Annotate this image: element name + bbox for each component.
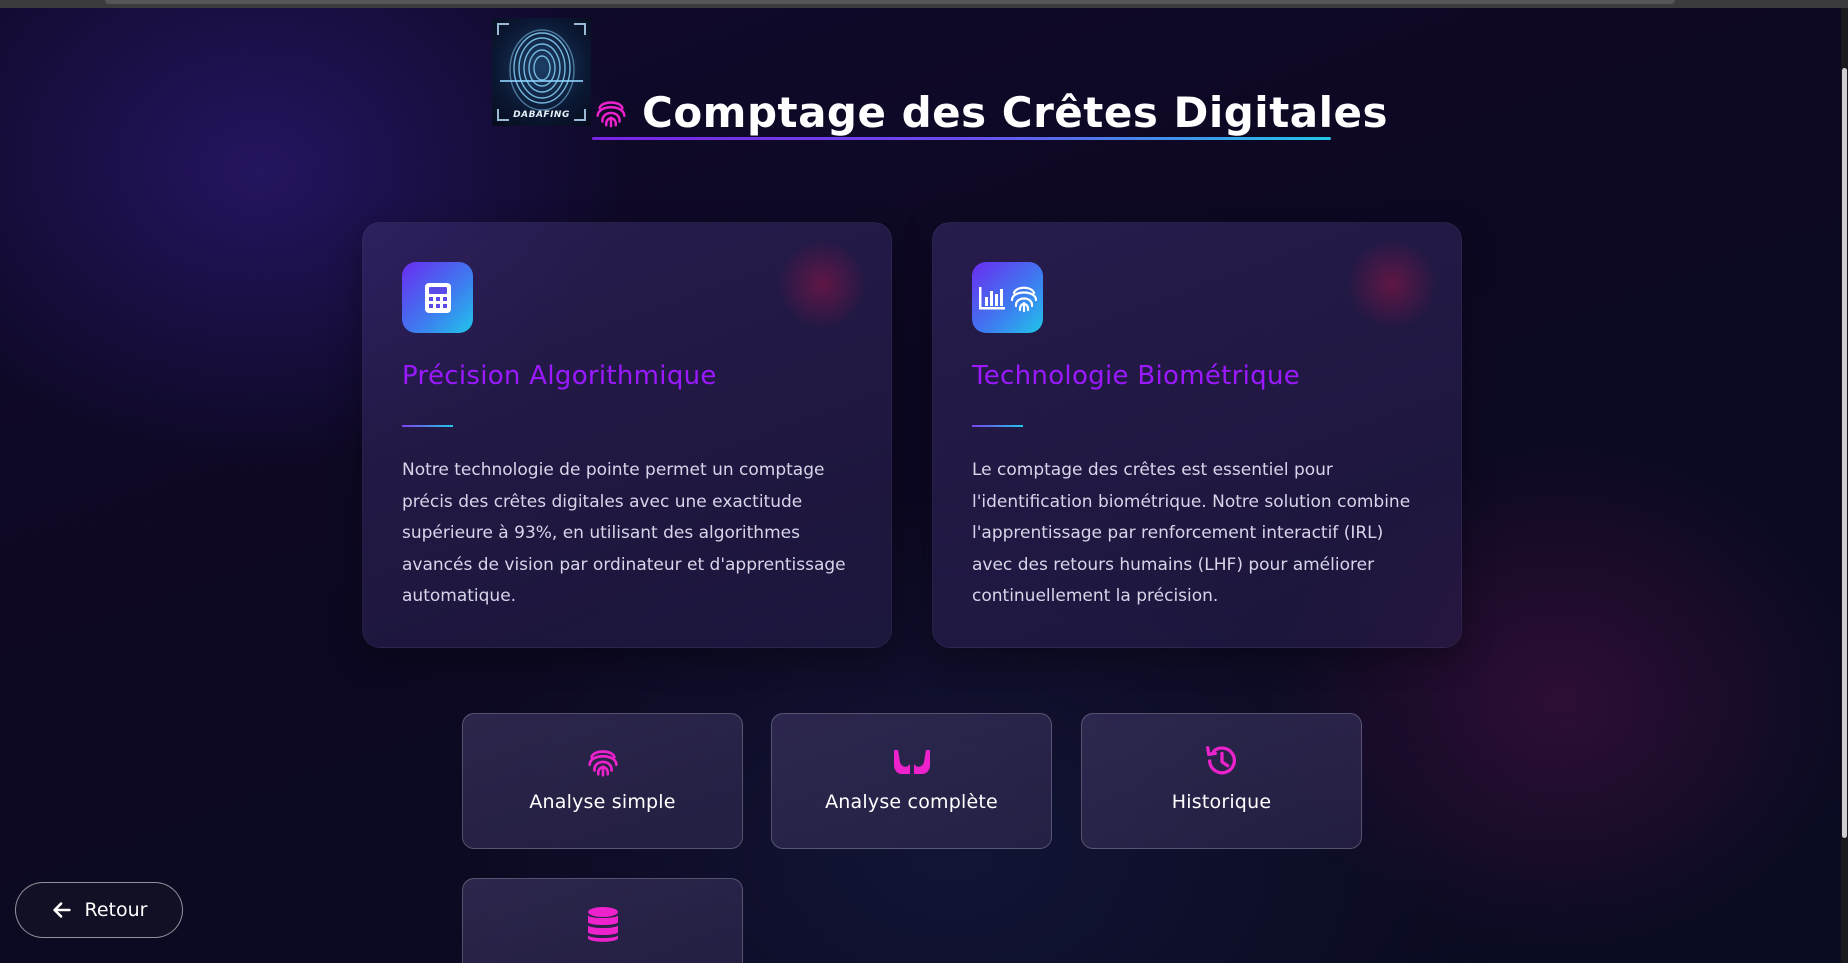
arrow-left-icon — [52, 902, 71, 918]
app-logo: DABAFING — [492, 18, 591, 126]
card-text: Le comptage des crêtes est essentiel pou… — [972, 460, 1411, 606]
logo-corner — [497, 23, 509, 35]
back-button-label: Retour — [84, 899, 148, 921]
feature-card-biometric: Technologie Biométrique Le comptage des … — [932, 222, 1462, 648]
fingerprint-icon — [596, 101, 626, 128]
chart-fingerprint-icon — [978, 286, 1037, 312]
card-divider — [972, 425, 1023, 427]
logo-text: DABAFING — [513, 110, 570, 120]
card-title: Technologie Biométrique — [972, 361, 1301, 391]
scrollbar-thumb[interactable] — [1842, 68, 1847, 838]
feature-card-precision: Précision Algorithmique Notre technologi… — [362, 222, 892, 648]
card-divider — [402, 425, 453, 427]
action-analyse-complete[interactable]: Analyse complète — [771, 713, 1052, 849]
title-underline — [592, 137, 1331, 140]
action-database[interactable] — [462, 878, 743, 963]
hands-icon — [893, 750, 930, 774]
card-icon-box — [402, 262, 473, 333]
history-icon — [1205, 746, 1236, 775]
browser-top-bar — [0, 0, 1848, 8]
action-label: Historique — [1171, 791, 1272, 813]
card-glow — [777, 239, 867, 329]
page-header: Comptage des Crêtes Digitales — [592, 82, 1388, 142]
card-text: Notre technologie de pointe permet un co… — [402, 460, 846, 606]
browser-top-bar-inner — [105, 0, 1675, 4]
back-button[interactable]: Retour — [15, 882, 183, 938]
logo-corner — [574, 23, 586, 35]
calculator-icon — [424, 282, 451, 313]
page-title: Comptage des Crêtes Digitales — [642, 87, 1388, 137]
scrollbar[interactable] — [1841, 8, 1848, 963]
database-icon — [587, 907, 618, 942]
action-historique[interactable]: Historique — [1081, 713, 1362, 849]
action-label: Analyse simple — [529, 791, 676, 813]
action-label: Analyse complète — [825, 791, 998, 813]
card-title: Précision Algorithmique — [402, 361, 717, 391]
action-analyse-simple[interactable]: Analyse simple — [462, 713, 743, 849]
logo-scanline — [500, 80, 583, 82]
card-icon-box — [972, 262, 1043, 333]
card-glow — [1347, 239, 1437, 329]
fingerprint-icon — [587, 750, 618, 777]
